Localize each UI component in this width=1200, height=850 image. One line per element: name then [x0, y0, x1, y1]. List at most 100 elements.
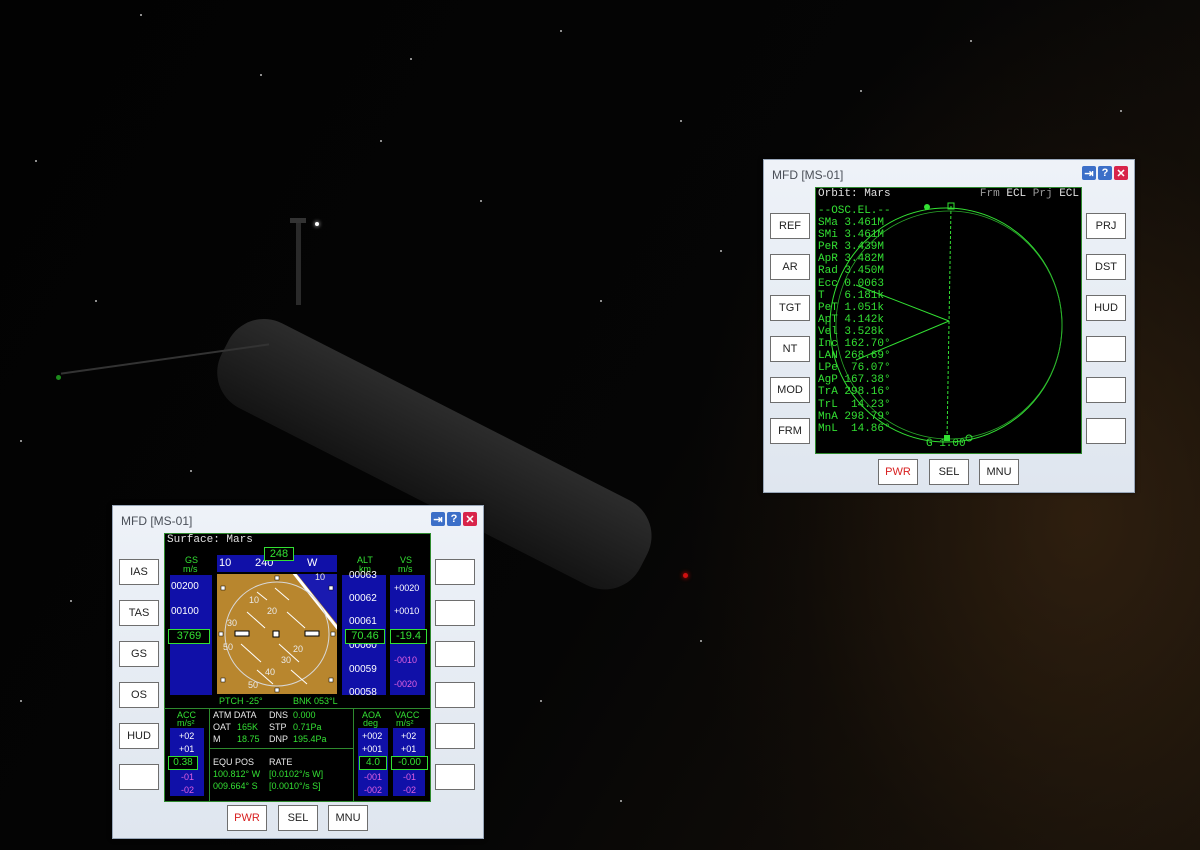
dst-button[interactable]: DST — [1086, 254, 1126, 280]
frm-button[interactable]: FRM — [770, 418, 810, 444]
ias-button[interactable]: IAS — [119, 559, 159, 585]
right-button-4[interactable] — [1086, 336, 1126, 362]
right-button-6[interactable] — [1086, 418, 1126, 444]
vacc-tick: +01 — [401, 744, 417, 754]
alt-tick: 00063 — [349, 570, 377, 581]
nt-button[interactable]: NT — [770, 336, 810, 362]
pwr-button[interactable]: PWR — [227, 805, 267, 831]
hud-button[interactable]: HUD — [1086, 295, 1126, 321]
aoa-tick: +002 — [362, 731, 383, 741]
surface-header: Surface: Mars — [167, 534, 253, 546]
equ-title: EQU POS — [213, 757, 255, 767]
heading-tick: W — [307, 557, 318, 569]
attitude-indicator — [217, 574, 337, 694]
heading-tick: 10 — [219, 557, 232, 569]
pin-icon[interactable]: ⇥ — [431, 512, 445, 526]
vs-readout: -19.4 — [390, 629, 427, 644]
mfd-title: MFD [MS-01] — [121, 514, 193, 528]
right-button-5[interactable] — [1086, 377, 1126, 403]
acc-unit: m/s² — [177, 718, 195, 728]
vs-tick: +0020 — [394, 583, 420, 593]
aoa-tick: +001 — [362, 744, 383, 754]
gs-unit: m/s — [183, 564, 198, 574]
atm-title: ATM DATA — [213, 710, 257, 720]
rate-title: RATE — [269, 757, 293, 767]
right-button-3[interactable] — [435, 641, 475, 667]
help-icon[interactable]: ? — [1098, 166, 1112, 180]
ref-button[interactable]: REF — [770, 213, 810, 239]
acc-tick: +01 — [179, 744, 195, 754]
dns-value: 0.000 — [293, 710, 316, 720]
prj-button[interactable]: PRJ — [1086, 213, 1126, 239]
heading-readout: 248 — [264, 547, 294, 561]
equ-lon: 100.812° W — [213, 769, 261, 779]
right-button-6[interactable] — [435, 764, 475, 790]
tgt-button[interactable]: TGT — [770, 295, 810, 321]
vs-tick: -0020 — [394, 679, 418, 689]
os-button[interactable]: OS — [119, 682, 159, 708]
adi-pitch-label: 30 — [281, 655, 292, 665]
m-value: 18.75 — [237, 734, 260, 744]
aoa-tick: -001 — [364, 772, 383, 782]
vacc-tick: -01 — [403, 772, 417, 782]
right-button-5[interactable] — [435, 723, 475, 749]
acc-readout: 0.38 — [168, 756, 198, 770]
g-label: G 1.00 — [926, 438, 966, 450]
adi-pitch-label: 10 — [315, 572, 326, 582]
left-button-6[interactable] — [119, 764, 159, 790]
surface-mfd-window[interactable]: MFD [MS-01] ⇥ ? ✕ IAS TAS GS OS HUD Surf… — [112, 505, 484, 839]
adi-pitch-label: 10 — [249, 595, 260, 605]
gs-readout: 3769 — [168, 629, 210, 644]
oat-value: 165K — [237, 722, 259, 732]
right-button-4[interactable] — [435, 682, 475, 708]
mnu-button[interactable]: MNU — [979, 459, 1019, 485]
orbital-elements: --OSC.EL.-- SMa 3.461M SMi 3.461M PeR 3.… — [818, 205, 891, 435]
acc-tick: -02 — [181, 785, 195, 795]
hud-button[interactable]: HUD — [119, 723, 159, 749]
help-icon[interactable]: ? — [447, 512, 461, 526]
gs-button[interactable]: GS — [119, 641, 159, 667]
aoa-unit: deg — [363, 718, 379, 728]
alt-readout: 70.46 — [345, 629, 385, 644]
vacc-readout: -0.00 — [391, 756, 428, 770]
stp-label: STP — [269, 722, 287, 732]
equ-lat: 009.664° S — [213, 781, 258, 791]
dnp-label: DNP — [269, 734, 289, 744]
dns-label: DNS — [269, 710, 289, 720]
mfd-title: MFD [MS-01] — [772, 168, 844, 182]
alt-tick: 00058 — [349, 687, 377, 698]
bank-readout: BNK 053°L — [293, 696, 338, 706]
alt-tick: 00059 — [349, 664, 377, 675]
aoa-readout: 4.0 — [359, 756, 387, 770]
ar-button[interactable]: AR — [770, 254, 810, 280]
pwr-button[interactable]: PWR — [878, 459, 918, 485]
adi-pitch-label: 50 — [223, 642, 234, 652]
mod-button[interactable]: MOD — [770, 377, 810, 403]
pin-icon[interactable]: ⇥ — [1082, 166, 1096, 180]
aoa-tick: -002 — [364, 785, 383, 795]
oat-label: OAT — [213, 722, 231, 732]
close-icon[interactable]: ✕ — [1114, 166, 1128, 180]
gs-tick: 00100 — [171, 606, 199, 617]
alt-tick: 00061 — [349, 616, 377, 627]
right-button-2[interactable] — [435, 600, 475, 626]
acc-tick: -01 — [181, 772, 195, 782]
surface-display: Surface: Mars GS m/s 00200 00100 3769 10… — [164, 533, 431, 802]
adi-pitch-label: 40 — [265, 667, 276, 677]
close-icon[interactable]: ✕ — [463, 512, 477, 526]
pitch-readout: PTCH -25° — [219, 696, 263, 706]
orbit-display: Orbit: Mars Frm ECL Prj ECL --OSC.EL.-- … — [815, 187, 1082, 454]
gs-tick: 00200 — [171, 581, 199, 592]
m-label: M — [213, 734, 221, 744]
vs-unit: m/s — [398, 564, 413, 574]
right-button-1[interactable] — [435, 559, 475, 585]
rate-lat: [0.0010°/s S] — [269, 781, 321, 791]
adi-pitch-label: 30 — [227, 618, 238, 628]
sel-button[interactable]: SEL — [929, 459, 969, 485]
mnu-button[interactable]: MNU — [328, 805, 368, 831]
adi-pitch-label: 50 — [248, 680, 259, 690]
tas-button[interactable]: TAS — [119, 600, 159, 626]
sel-button[interactable]: SEL — [278, 805, 318, 831]
adi-pitch-label: 20 — [293, 644, 304, 654]
orbit-mfd-window[interactable]: MFD [MS-01] ⇥ ? ✕ REF AR TGT NT MOD FRM … — [763, 159, 1135, 493]
